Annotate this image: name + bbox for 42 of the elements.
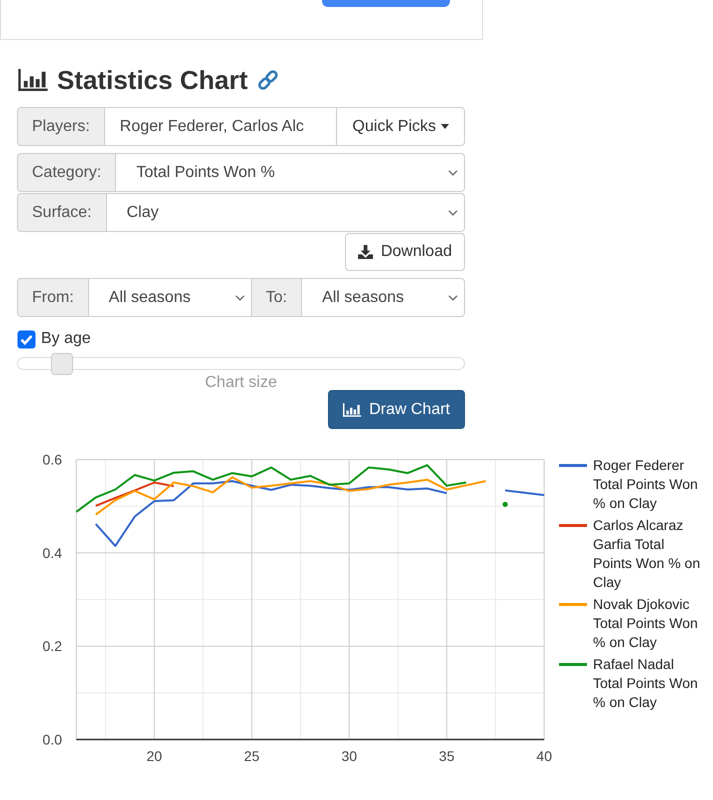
bar-chart-icon: [343, 402, 362, 416]
legend-label: Carlos Alcaraz Garfia Total Points Won % on Clay: [593, 516, 702, 592]
slider-thumb[interactable]: [51, 353, 74, 375]
legend-label: Roger Federer Total Points Won % on Clay: [593, 456, 699, 513]
y-tick-label: 0.2: [42, 638, 62, 654]
players-input[interactable]: Roger Federer, Carlos Alc: [104, 107, 338, 146]
y-tick-label: 0.4: [42, 544, 62, 561]
x-tick-label: 35: [438, 748, 454, 764]
download-button[interactable]: Download: [344, 233, 465, 271]
x-tick-label: 25: [244, 748, 260, 764]
chevron-down-icon: [448, 210, 458, 216]
chart-size-label: Chart size: [204, 375, 278, 390]
page-title: Statistics Chart: [57, 64, 248, 97]
chevron-down-icon: [448, 294, 458, 300]
category-select[interactable]: Total Points Won %: [116, 153, 465, 192]
link-icon[interactable]: [258, 69, 278, 91]
surface-select[interactable]: Clay: [106, 193, 465, 232]
legend-label: Novak Djokovic Total Points Won % on Clay: [593, 595, 699, 652]
from-label: From:: [17, 278, 89, 317]
category-label: Category:: [17, 153, 116, 192]
x-tick-label: 20: [146, 748, 162, 764]
chart-size-slider[interactable]: [17, 353, 465, 375]
quick-picks-button[interactable]: Quick Picks: [337, 107, 465, 146]
to-label: To:: [252, 278, 302, 317]
players-label: Players:: [17, 107, 105, 146]
chevron-down-icon: [448, 170, 458, 176]
by-age-checkbox[interactable]: [17, 330, 36, 348]
by-age-label: By age: [41, 329, 91, 349]
to-select[interactable]: All seasons: [302, 278, 465, 317]
draw-chart-button[interactable]: Draw Chart: [328, 390, 465, 429]
x-tick-label: 40: [536, 748, 552, 764]
cropped-button[interactable]: [322, 0, 450, 7]
download-icon: [358, 245, 373, 259]
chevron-down-icon: [234, 294, 245, 300]
bar-chart-icon: [17, 69, 49, 91]
y-tick-label: 0.6: [42, 452, 62, 468]
surface-label: Surface:: [17, 193, 107, 232]
y-tick-label: 0.0: [42, 732, 62, 748]
from-select[interactable]: All seasons: [88, 278, 252, 317]
caret-down-icon: [441, 124, 449, 129]
legend-label: Rafael Nadal Total Points Won % on Clay: [593, 655, 699, 712]
x-tick-label: 30: [341, 748, 358, 764]
